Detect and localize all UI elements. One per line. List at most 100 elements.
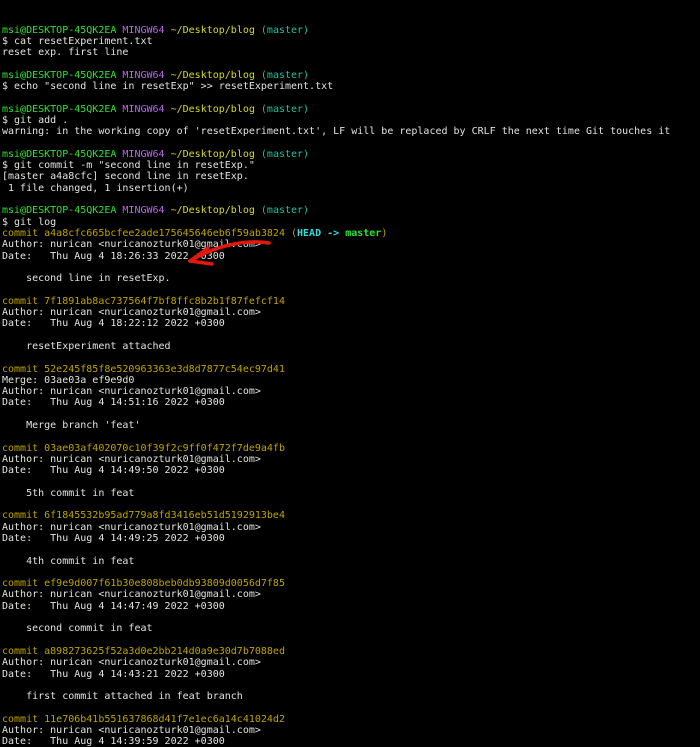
prompt-line: msi@DESKTOP-45QK2EA MINGW64 ~/Desktop/bl… [2,25,700,36]
command-line: $ git log [2,217,700,228]
terminal-text-segment: [master a4a8cfc] second line in resetExp… [2,171,249,183]
terminal-text-segment: Merge branch 'feat' [2,419,141,431]
terminal-text-segment: msi@DESKTOP-45QK2EA [2,148,123,160]
terminal-text-segment: commit 52e245f85f8e520963363e3d8d7877c54… [2,363,285,375]
terminal-text-segment: Date: Thu Aug 4 18:22:12 2022 +0300 [2,318,225,330]
author-line: Author: nurican <nuricanozturk01@gmail.c… [2,239,700,250]
commit-message-line: first commit attached in feat branch [2,691,700,702]
terminal-text-segment: Author: nurican <nuricanozturk01@gmail.c… [2,239,261,251]
prompt-line: msi@DESKTOP-45QK2EA MINGW64 ~/Desktop/bl… [2,205,700,216]
terminal-text-segment: MINGW64 [122,103,171,115]
author-line: Author: nurican <nuricanozturk01@gmail.c… [2,522,700,533]
date-line: Date: Thu Aug 4 14:49:50 2022 +0300 [2,465,700,476]
command-line: $ cat resetExperiment.txt [2,36,700,47]
commit-message-line: Merge branch 'feat' [2,420,700,431]
terminal-text-segment: $ cat resetExperiment.txt [2,35,153,47]
terminal-text-segment: Author: nurican <nuricanozturk01@gmail.c… [2,386,261,398]
command-line: $ git add . [2,115,700,126]
terminal-output: msi@DESKTOP-45QK2EA MINGW64 ~/Desktop/bl… [2,25,700,747]
terminal-text-segment: Author: nurican <nuricanozturk01@gmail.c… [2,453,261,465]
commit-message-line: 5th commit in feat [2,488,700,499]
output-line: [master a4a8cfc] second line in resetExp… [2,171,700,182]
commit-hash-line: commit a898273625f52a3d0e2bb214d0a9e30d7… [2,646,700,657]
terminal-text-segment: MINGW64 [122,24,171,36]
terminal-text-segment: Date: Thu Aug 4 14:39:59 2022 +0300 [2,736,225,747]
author-line: Author: nurican <nuricanozturk01@gmail.c… [2,454,700,465]
terminal-text-segment: 5th commit in feat [2,487,135,499]
terminal-text-segment: Author: nurican <nuricanozturk01@gmail.c… [2,307,261,319]
terminal-text-segment: master [345,227,382,239]
terminal-window[interactable]: msi@DESKTOP-45QK2EA MINGW64 ~/Desktop/bl… [0,0,700,747]
terminal-text-segment: Author: nurican <nuricanozturk01@gmail.c… [2,657,261,669]
terminal-text-segment: $ git add . [2,114,69,126]
terminal-text-segment: MINGW64 [122,205,171,217]
terminal-text-segment: $ echo "second line in resetExp" >> rese… [2,81,334,93]
terminal-text-segment: msi@DESKTOP-45QK2EA [2,103,123,115]
date-line: Date: Thu Aug 4 18:22:12 2022 +0300 [2,318,700,329]
terminal-text-segment: (master) [260,24,310,36]
terminal-text-segment: MINGW64 [122,69,171,81]
author-line: Author: nurican <nuricanozturk01@gmail.c… [2,725,700,736]
prompt-line: msi@DESKTOP-45QK2EA MINGW64 ~/Desktop/bl… [2,104,700,115]
terminal-text-segment: ~/Desktop/blog [170,24,261,36]
terminal-text-segment: (master) [260,103,310,115]
commit-message-line: second line in resetExp. [2,273,700,284]
author-line: Author: nurican <nuricanozturk01@gmail.c… [2,657,700,668]
terminal-text-segment: msi@DESKTOP-45QK2EA [2,69,123,81]
terminal-text-segment: second commit in feat [2,623,153,635]
terminal-text-segment: HEAD -> [297,227,346,239]
terminal-text-segment: Author: nurican <nuricanozturk01@gmail.c… [2,725,261,736]
terminal-text-segment: Date: Thu Aug 4 14:49:25 2022 +0300 [2,532,225,544]
terminal-text-segment: commit ef9e9d007f61b30e808beb0db93809d00… [2,578,285,590]
terminal-text-segment: commit 03ae03af402070c10f39f2c9ff0f472f7… [2,442,285,454]
merge-line: Merge: 03ae03a ef9e9d0 [2,375,700,386]
command-line: $ git commit -m "second line in resetExp… [2,160,700,171]
terminal-text-segment: commit a898273625f52a3d0e2bb214d0a9e30d7… [2,645,285,657]
terminal-text-segment: (master) [260,69,310,81]
commit-message-line: resetExperiment attached [2,341,700,352]
date-line: Date: Thu Aug 4 14:49:25 2022 +0300 [2,533,700,544]
terminal-text-segment: msi@DESKTOP-45QK2EA [2,205,123,217]
command-line: $ echo "second line in resetExp" >> rese… [2,81,700,92]
output-line: warning: in the working copy of 'resetEx… [2,126,700,137]
terminal-text-segment: $ git commit -m "second line in resetExp… [2,160,255,172]
terminal-text-segment: ) [381,227,388,239]
terminal-text-segment: ~/Desktop/blog [170,148,261,160]
terminal-text-segment: warning: in the working copy of 'resetEx… [2,126,671,138]
commit-hash-line: commit 03ae03af402070c10f39f2c9ff0f472f7… [2,443,700,454]
terminal-text-segment: ~/Desktop/blog [170,69,261,81]
prompt-line: msi@DESKTOP-45QK2EA MINGW64 ~/Desktop/bl… [2,70,700,81]
commit-hash-line: commit 6f1845532b95ad779a8fd3416eb51d519… [2,510,700,521]
terminal-text-segment: second line in resetExp. [2,273,171,285]
commit-hash-line: commit 11e706b41b551637868d41f7e1ec6a14c… [2,714,700,725]
terminal-text-segment: commit 6f1845532b95ad779a8fd3416eb51d519… [2,510,285,522]
terminal-text-segment: reset exp. first line [2,47,129,59]
terminal-text-segment: Date: Thu Aug 4 14:49:50 2022 +0300 [2,465,225,477]
commit-message-line: second commit in feat [2,623,700,634]
terminal-text-segment: Date: Thu Aug 4 18:26:33 2022 +0300 [2,250,225,262]
commit-hash-line: commit a4a8cfc665bcfee2ade175645646eb6f5… [2,228,700,239]
terminal-text-segment: MINGW64 [122,148,171,160]
commit-message-line: 4th commit in feat [2,556,700,567]
prompt-line: msi@DESKTOP-45QK2EA MINGW64 ~/Desktop/bl… [2,149,700,160]
output-line: reset exp. first line [2,47,700,58]
terminal-text-segment: Date: Thu Aug 4 14:47:49 2022 +0300 [2,600,225,612]
terminal-text-segment: $ git log [2,216,57,228]
date-line: Date: Thu Aug 4 14:43:21 2022 +0300 [2,669,700,680]
author-line: Author: nurican <nuricanozturk01@gmail.c… [2,386,700,397]
date-line: Date: Thu Aug 4 14:47:49 2022 +0300 [2,601,700,612]
